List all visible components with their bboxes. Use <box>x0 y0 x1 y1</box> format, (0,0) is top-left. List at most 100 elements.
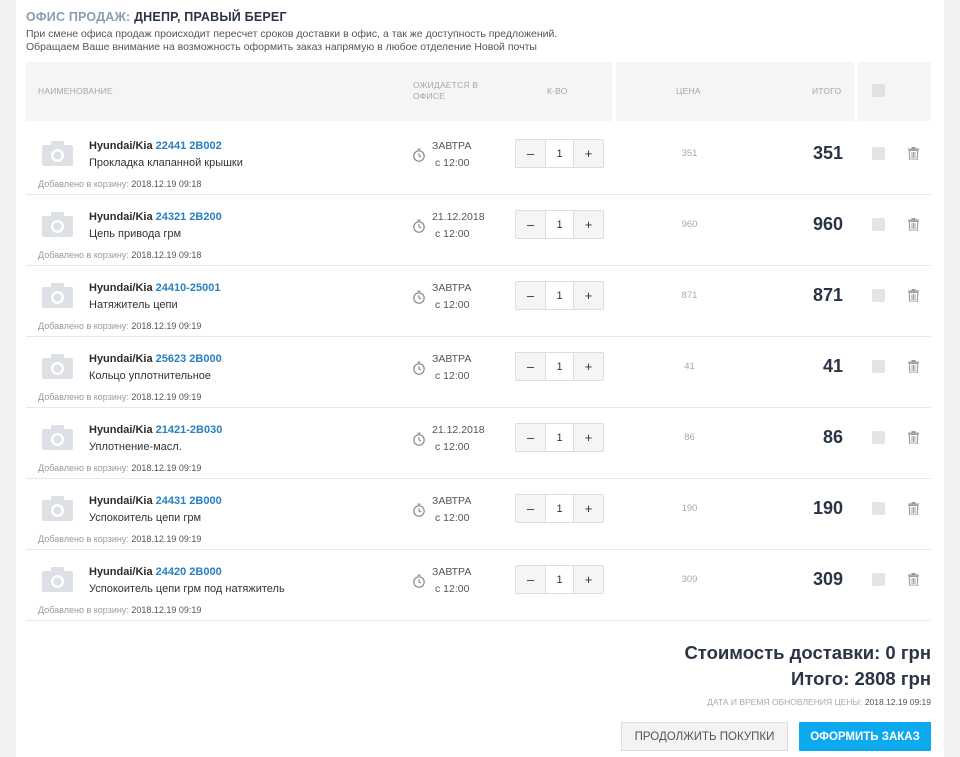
added-to-cart: Добавлено в корзину: 2018.12.19 09:18 <box>38 179 201 189</box>
delivery-time: с 12:00 <box>435 583 470 595</box>
camera-icon <box>42 283 73 308</box>
trash-icon[interactable] <box>908 218 919 231</box>
office-note-line-1: При смене офиса продаж происходит пересч… <box>26 28 558 40</box>
article-link[interactable]: 24431 2B000 <box>156 495 222 507</box>
qty-increase-button[interactable]: + <box>574 495 603 522</box>
qty-decrease-button[interactable]: – <box>516 424 545 451</box>
qty-decrease-button[interactable]: – <box>516 566 545 593</box>
clock-icon <box>413 503 425 517</box>
continue-shopping-button[interactable]: ПРОДОЛЖИТЬ ПОКУПКИ <box>621 722 788 751</box>
added-label: Добавлено в корзину: <box>38 605 129 615</box>
added-to-cart: Добавлено в корзину: 2018.12.19 09:19 <box>38 392 201 402</box>
article-link[interactable]: 21421-2B030 <box>156 424 223 436</box>
product-name: Натяжитель цепи <box>89 299 178 311</box>
header-total: ИТОГО <box>812 86 842 96</box>
camera-icon <box>42 567 73 592</box>
product-brand: Hyundai/Kia 25623 2B000 <box>89 353 222 365</box>
trash-icon[interactable] <box>908 502 919 515</box>
quantity-stepper: – 1 + <box>515 352 604 381</box>
delivery-time: с 12:00 <box>435 441 470 453</box>
qty-value[interactable]: 1 <box>545 353 574 380</box>
table-row: Hyundai/Kia 22441 2B002 Прокладка клапан… <box>26 124 931 195</box>
article-link[interactable]: 25623 2B000 <box>156 353 222 365</box>
trash-icon[interactable] <box>908 360 919 373</box>
article-link[interactable]: 24420 2B000 <box>156 566 222 578</box>
trash-icon[interactable] <box>908 573 919 586</box>
qty-decrease-button[interactable]: – <box>516 211 545 238</box>
office-title: ОФИС ПРОДАЖ: ДНЕПР, ПРАВЫЙ БЕРЕГ <box>26 10 287 24</box>
qty-value[interactable]: 1 <box>545 140 574 167</box>
line-total: 960 <box>812 214 843 234</box>
qty-increase-button[interactable]: + <box>574 566 603 593</box>
trash-icon[interactable] <box>908 289 919 302</box>
quantity-stepper: – 1 + <box>515 139 604 168</box>
delivery-date: ЗАВТРА <box>432 566 472 578</box>
qty-decrease-button[interactable]: – <box>516 353 545 380</box>
product-brand: Hyundai/Kia 24321 2B200 <box>89 211 222 223</box>
brand-name: Hyundai/Kia <box>89 282 153 294</box>
office-note-line-2: Обращаем Ваше внимание на возможность оф… <box>26 40 537 53</box>
row-checkbox[interactable] <box>872 147 885 160</box>
table-row: Hyundai/Kia 24410-25001 Натяжитель цепи … <box>26 266 931 337</box>
qty-decrease-button[interactable]: – <box>516 140 545 167</box>
added-to-cart: Добавлено в корзину: 2018.12.19 09:19 <box>38 463 201 473</box>
qty-increase-button[interactable]: + <box>574 140 603 167</box>
qty-value[interactable]: 1 <box>545 495 574 522</box>
trash-icon[interactable] <box>908 431 919 444</box>
brand-name: Hyundai/Kia <box>89 211 153 223</box>
line-total: 871 <box>812 285 843 305</box>
qty-value[interactable]: 1 <box>545 566 574 593</box>
row-checkbox[interactable] <box>872 289 885 302</box>
added-to-cart: Добавлено в корзину: 2018.12.19 09:18 <box>38 250 201 260</box>
delivery-date: ЗАВТРА <box>432 353 472 365</box>
delivery-time: с 12:00 <box>435 370 470 382</box>
place-order-button[interactable]: ОФОРМИТЬ ЗАКАЗ <box>799 722 931 751</box>
header-price: ЦЕНА <box>676 86 701 96</box>
article-link[interactable]: 24410-25001 <box>156 282 221 294</box>
clock-icon <box>413 290 425 304</box>
qty-value[interactable]: 1 <box>545 211 574 238</box>
table-row: Hyundai/Kia 24420 2B000 Успокоитель цепи… <box>26 550 931 621</box>
row-checkbox[interactable] <box>872 360 885 373</box>
added-label: Добавлено в корзину: <box>38 392 129 402</box>
added-datetime: 2018.12.19 09:19 <box>131 534 202 544</box>
added-label: Добавлено в корзину: <box>38 534 129 544</box>
line-total: 41 <box>822 356 843 376</box>
row-checkbox[interactable] <box>872 573 885 586</box>
qty-decrease-button[interactable]: – <box>516 495 545 522</box>
unit-price: 960 <box>681 219 698 230</box>
table-row: Hyundai/Kia 24321 2B200 Цепь привода грм… <box>26 195 931 266</box>
table-row: Hyundai/Kia 24431 2B000 Успокоитель цепи… <box>26 479 931 550</box>
quantity-stepper: – 1 + <box>515 210 604 239</box>
product-name: Успокоитель цепи грм под натяжитель <box>89 583 285 595</box>
qty-increase-button[interactable]: + <box>574 353 603 380</box>
delivery-time: с 12:00 <box>435 299 470 311</box>
qty-decrease-button[interactable]: – <box>516 282 545 309</box>
unit-price: 86 <box>684 432 695 443</box>
trash-icon[interactable] <box>908 147 919 160</box>
qty-increase-button[interactable]: + <box>574 211 603 238</box>
qty-increase-button[interactable]: + <box>574 424 603 451</box>
article-link[interactable]: 22441 2B002 <box>156 140 222 152</box>
order-total: Итого: 2808 грн <box>791 668 931 689</box>
office-value[interactable]: ДНЕПР, ПРАВЫЙ БЕРЕГ <box>134 10 287 24</box>
select-all-checkbox[interactable] <box>872 84 885 97</box>
article-link[interactable]: 24321 2B200 <box>156 211 222 223</box>
qty-value[interactable]: 1 <box>545 424 574 451</box>
camera-icon <box>42 354 73 379</box>
added-datetime: 2018.12.19 09:19 <box>131 605 202 615</box>
row-checkbox[interactable] <box>872 218 885 231</box>
row-checkbox[interactable] <box>872 502 885 515</box>
header-cell-main <box>26 62 612 121</box>
product-name: Прокладка клапанной крышки <box>89 157 243 169</box>
cart-items: Hyundai/Kia 22441 2B002 Прокладка клапан… <box>26 124 931 621</box>
added-datetime: 2018.12.19 09:19 <box>131 321 202 331</box>
added-label: Добавлено в корзину: <box>38 179 129 189</box>
qty-value[interactable]: 1 <box>545 282 574 309</box>
qty-increase-button[interactable]: + <box>574 282 603 309</box>
product-brand: Hyundai/Kia 24420 2B000 <box>89 566 222 578</box>
clock-icon <box>413 574 425 588</box>
row-checkbox[interactable] <box>872 431 885 444</box>
table-row: Hyundai/Kia 21421-2B030 Уплотнение-масл.… <box>26 408 931 479</box>
office-note: При смене офиса продаж происходит пересч… <box>26 28 726 53</box>
